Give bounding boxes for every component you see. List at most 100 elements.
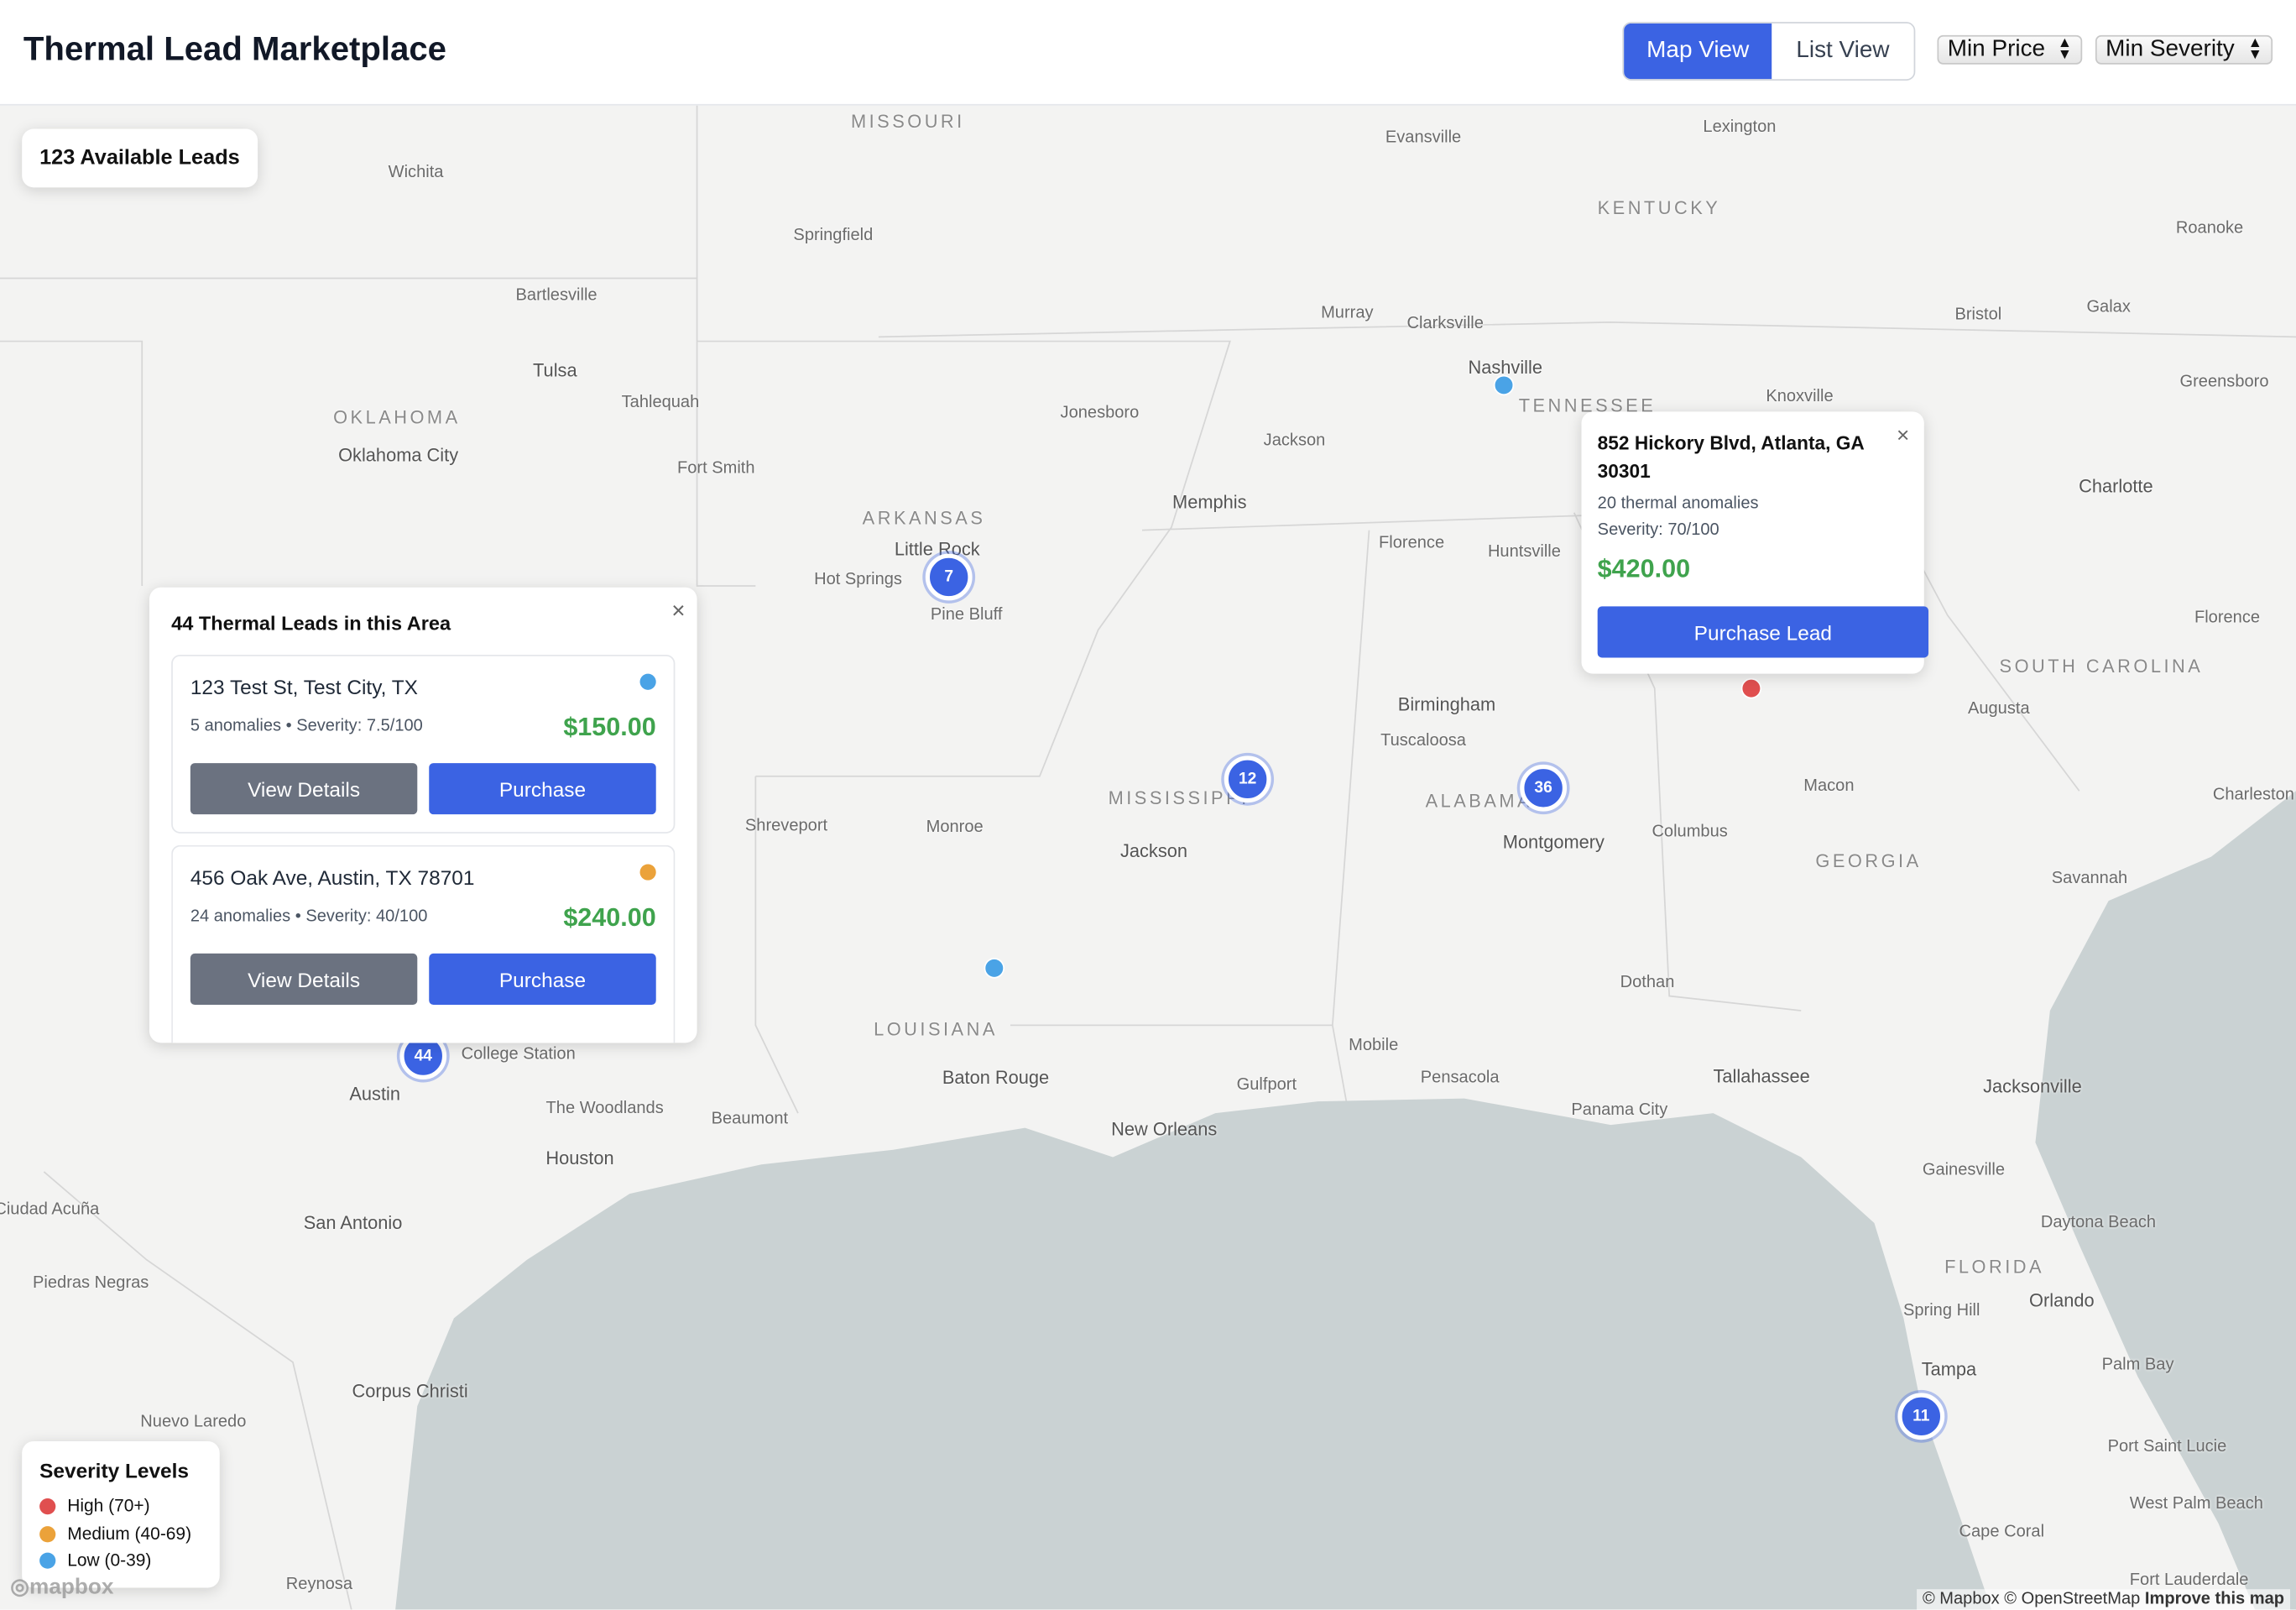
attribution-text: © Mapbox © OpenStreetMap (1922, 1590, 2141, 1608)
map-label: College Station (461, 1045, 576, 1064)
severity-low-dot-icon (639, 673, 656, 690)
map-label: Wichita (388, 164, 444, 182)
map-label: Nuevo Laredo (140, 1413, 247, 1431)
map-label: Panama City (1571, 1101, 1668, 1120)
map-label: Austin (349, 1084, 401, 1105)
lead-price: $240.00 (563, 902, 656, 932)
map-label: Pensacola (1420, 1069, 1500, 1087)
map-label: Cape Coral (1959, 1523, 2045, 1541)
view-details-button[interactable]: View Details (190, 953, 418, 1006)
map-label: Evansville (1385, 128, 1462, 147)
map-label: KENTUCKY (1597, 197, 1721, 218)
map-label: Macon (1803, 777, 1855, 796)
map-label: OKLAHOMA (333, 407, 461, 428)
map-label: Clarksville (1406, 315, 1484, 333)
severity-legend: Severity Levels High (70+) Medium (40-69… (22, 1440, 220, 1588)
legend-label: Low (0-39) (67, 1550, 152, 1571)
mapbox-logo-text: mapbox (29, 1574, 114, 1600)
purchase-lead-button[interactable]: Purchase Lead (1597, 606, 1929, 658)
legend-title: Severity Levels (39, 1458, 190, 1482)
map-canvas[interactable]: MISSOURI Evansville Lexington Wichita KENTUC… (0, 103, 2296, 1610)
lead-marker-low[interactable] (984, 958, 1005, 979)
map-label: Charleston (2212, 787, 2294, 804)
cluster-marker[interactable]: 11 (1897, 1393, 1945, 1440)
list-view-tab[interactable]: List View (1772, 23, 1914, 80)
map-label: Spring Hill (1903, 1302, 1980, 1320)
lead-card: 123 Test St, Test City, TX 5 anomalies •… (171, 654, 676, 834)
map-label: New Orleans (1111, 1119, 1218, 1140)
map-label: Springfield (793, 227, 874, 245)
map-label: Baton Rouge (942, 1068, 1050, 1089)
lead-card: 456 Oak Ave, Austin, TX 78701 24 anomali… (171, 844, 676, 1043)
map-label: Tuscaloosa (1380, 732, 1466, 750)
map-label: Orlando (2029, 1290, 2095, 1311)
map-attribution: © Mapbox © OpenStreetMap Improve this ma… (1916, 1589, 2291, 1610)
severity-medium-dot-icon (639, 864, 656, 881)
map-label: Huntsville (1487, 543, 1561, 562)
legend-label: High (70+) (67, 1495, 150, 1516)
map-label: Reynosa (285, 1576, 352, 1594)
map-view-tab[interactable]: Map View (1624, 23, 1772, 80)
map-label: Greensboro (2179, 373, 2269, 391)
legend-item-low: Low (0-39) (39, 1550, 152, 1571)
select-arrows-icon: ▲ ▼ (2247, 34, 2262, 64)
lead-marker-low[interactable] (1493, 374, 1515, 396)
map-label: Tahlequah (621, 394, 700, 412)
map-label: Roanoke (2175, 219, 2244, 238)
map-label: ALABAMA (1425, 791, 1533, 812)
map-label: Port Saint Lucie (2107, 1438, 2227, 1456)
map-label: Savannah (2051, 870, 2128, 888)
lead-popup: 852 Hickory Blvd, Atlanta, GA 30301 × 20… (1581, 411, 1929, 674)
lead-address: 456 Oak Ave, Austin, TX 78701 (190, 865, 475, 890)
map-label: Gainesville (1922, 1161, 2005, 1179)
legend-label: Medium (40-69) (67, 1523, 192, 1545)
map-label: Augusta (1967, 700, 2030, 719)
map-label: Fort Lauderdale (2129, 1571, 2249, 1590)
lead-address: 123 Test St, Test City, TX (190, 675, 418, 699)
map-label: Jonesboro (1060, 404, 1140, 422)
map-label: Bartlesville (515, 287, 597, 305)
lead-popup-price: $420.00 (1597, 553, 1691, 583)
map-label: Daytona Beach (2040, 1214, 2157, 1232)
cluster-marker[interactable]: 36 (1520, 764, 1568, 812)
mapbox-logo[interactable]: ◎mapbox (10, 1573, 114, 1600)
lead-popup-anomalies: 20 thermal anomalies (1597, 494, 1759, 513)
view-details-button[interactable]: View Details (190, 763, 418, 815)
map-label: Corpus Christi (352, 1381, 468, 1402)
map-label: West Palm Beach (2129, 1495, 2263, 1513)
header: Thermal Lead Marketplace Map View List V… (0, 0, 2296, 106)
map-label: Lexington (1703, 118, 1777, 137)
legend-item-medium: Medium (40-69) (39, 1524, 191, 1544)
map-label: Bristol (1954, 306, 2002, 324)
map-label: Charlotte (2079, 476, 2153, 497)
page-title: Thermal Lead Marketplace (23, 29, 447, 68)
cluster-popup-title: 44 Thermal Leads in this Area (171, 612, 451, 635)
map-label: Birmingham (1397, 694, 1496, 715)
map-label: GEORGIA (1815, 850, 1922, 872)
map-label: Jacksonville (1983, 1076, 2082, 1097)
improve-map-link[interactable]: Improve this map (2145, 1591, 2284, 1608)
map-label: Fort Smith (676, 459, 755, 478)
gulf-of-mexico (395, 1098, 1992, 1610)
lead-marker-high[interactable] (1740, 677, 1762, 699)
map-label: Gulfport (1236, 1076, 1297, 1095)
map-label: Ciudad Acuña (0, 1200, 100, 1219)
cluster-marker[interactable]: 7 (925, 553, 973, 601)
purchase-button[interactable]: Purchase (429, 953, 656, 1006)
map-label: Palm Bay (2101, 1356, 2174, 1374)
min-severity-select[interactable]: Min Severity ▲ ▼ (2095, 34, 2273, 65)
lead-popup-address: 852 Hickory Blvd, Atlanta, GA 30301 (1597, 431, 1864, 483)
min-price-select[interactable]: Min Price ▲ ▼ (1937, 34, 2083, 65)
map-label: Pine Bluff (930, 606, 1003, 625)
map-label: Piedras Negras (33, 1274, 149, 1293)
min-price-label: Min Price (1947, 36, 2046, 62)
map-label: Houston (545, 1148, 614, 1169)
close-icon[interactable]: × (671, 599, 685, 625)
purchase-button[interactable]: Purchase (429, 763, 656, 815)
lead-popup-severity: Severity: 70/100 (1597, 521, 1719, 540)
close-icon[interactable]: × (1897, 423, 1909, 448)
cluster-marker[interactable]: 12 (1224, 755, 1271, 803)
high-dot-icon (39, 1498, 56, 1514)
map-label: MISSOURI (850, 111, 965, 133)
map-label: Knoxville (1766, 388, 1834, 406)
